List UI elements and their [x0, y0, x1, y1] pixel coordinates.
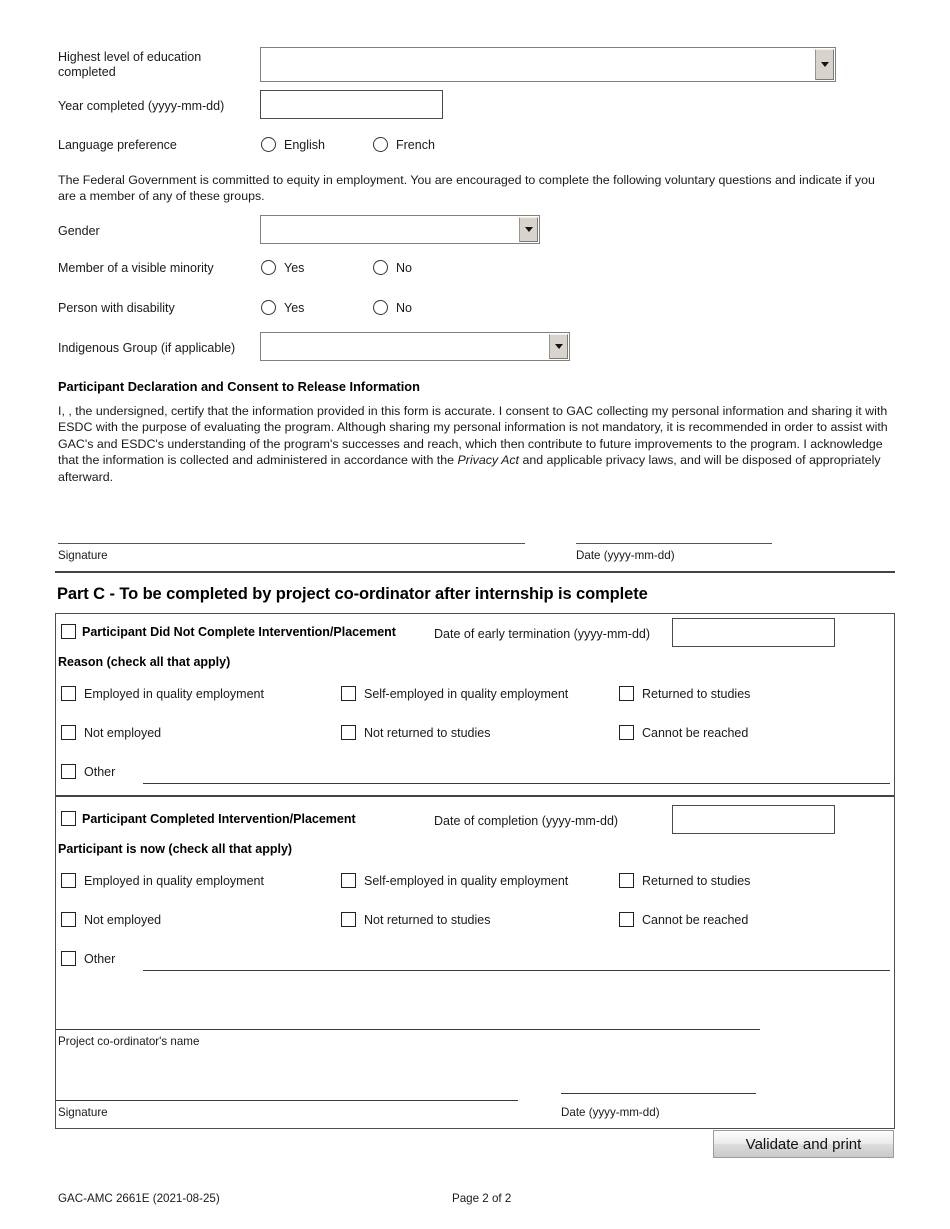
checkbox-nc-self-employed-quality[interactable]	[341, 686, 356, 701]
checkbox-c-not-employed[interactable]	[61, 912, 76, 927]
early-termination-date-label: Date of early termination (yyyy-mm-dd)	[434, 627, 651, 641]
radio-disability-no[interactable]	[373, 300, 388, 315]
checkbox-c-cannot-be-reached[interactable]	[619, 912, 634, 927]
footer-form-id: GAC-AMC 2661E (2021-08-25)	[58, 1192, 220, 1205]
checkbox-nc-not-returned-to-studies[interactable]	[341, 725, 356, 740]
radio-disability-yes[interactable]	[261, 300, 276, 315]
radio-label-disability-no: No	[396, 301, 412, 315]
completion-date-input[interactable]	[672, 805, 835, 834]
did-not-complete-label: Participant Did Not Complete Interventio…	[82, 625, 396, 639]
checkbox-c-employed-quality[interactable]	[61, 873, 76, 888]
participant-signature-label: Signature	[58, 549, 108, 562]
section-divider	[55, 571, 895, 573]
year-completed-input[interactable]	[260, 90, 443, 119]
label-nc-self-employed-quality: Self-employed in quality employment	[364, 687, 569, 701]
checkbox-c-self-employed-quality[interactable]	[341, 873, 356, 888]
label-c-employed-quality: Employed in quality employment	[84, 874, 264, 888]
checkbox-nc-other[interactable]	[61, 764, 76, 779]
gender-label: Gender	[58, 224, 100, 238]
label-c-returned-to-studies: Returned to studies	[642, 874, 751, 888]
checkbox-nc-not-employed[interactable]	[61, 725, 76, 740]
label-nc-not-returned-to-studies: Not returned to studies	[364, 726, 491, 740]
completed-label: Participant Completed Intervention/Place…	[82, 812, 356, 826]
indigenous-group-label: Indigenous Group (if applicable)	[58, 341, 236, 355]
coordinator-name-label: Project co-ordinator's name	[58, 1035, 200, 1048]
checkbox-nc-employed-quality[interactable]	[61, 686, 76, 701]
coordinator-date-label: Date (yyyy-mm-dd)	[561, 1106, 660, 1119]
input-nc-other-text[interactable]	[143, 783, 890, 785]
chevron-down-icon[interactable]	[549, 334, 568, 359]
label-c-not-returned-to-studies: Not returned to studies	[364, 913, 491, 927]
part-c-block-divider	[56, 795, 894, 797]
radio-label-visible-minority-no: No	[396, 261, 412, 275]
part-c-heading: Part C - To be completed by project co-o…	[57, 585, 648, 603]
chevron-down-icon[interactable]	[815, 49, 834, 80]
footer-page-number: Page 2 of 2	[452, 1192, 512, 1205]
radio-label-visible-minority-yes: Yes	[284, 261, 305, 275]
early-termination-date-input[interactable]	[672, 618, 835, 647]
participant-now-heading: Participant is now (check all that apply…	[58, 842, 293, 856]
checkbox-nc-cannot-be-reached[interactable]	[619, 725, 634, 740]
checkbox-c-returned-to-studies[interactable]	[619, 873, 634, 888]
coordinator-signature-label: Signature	[58, 1106, 108, 1119]
checkbox-c-not-returned-to-studies[interactable]	[341, 912, 356, 927]
label-c-cannot-be-reached: Cannot be reached	[642, 913, 749, 927]
label-c-not-employed: Not employed	[84, 913, 162, 927]
radio-label-french: French	[396, 138, 435, 152]
radio-language-english[interactable]	[261, 137, 276, 152]
label-c-self-employed-quality: Self-employed in quality employment	[364, 874, 569, 888]
checkbox-did-not-complete[interactable]	[61, 624, 76, 639]
label-nc-cannot-be-reached: Cannot be reached	[642, 726, 749, 740]
radio-language-french[interactable]	[373, 137, 388, 152]
label-c-other: Other	[84, 952, 116, 966]
reason-heading: Reason (check all that apply)	[58, 655, 231, 669]
indigenous-group-dropdown[interactable]	[260, 332, 570, 361]
participant-date-label: Date (yyyy-mm-dd)	[576, 549, 675, 562]
label-nc-returned-to-studies: Returned to studies	[642, 687, 751, 701]
equity-notice-text: The Federal Government is committed to e…	[58, 173, 875, 204]
coordinator-name-input[interactable]	[56, 1029, 760, 1031]
radio-label-english: English	[284, 138, 325, 152]
coordinator-signature-line[interactable]	[56, 1100, 518, 1102]
declaration-body: I, , the undersigned, certify that the i…	[58, 403, 895, 485]
checkbox-nc-returned-to-studies[interactable]	[619, 686, 634, 701]
visible-minority-label: Member of a visible minority	[58, 261, 214, 275]
validate-and-print-button[interactable]: Validate and print	[713, 1130, 894, 1158]
declaration-privacy-act: Privacy Act	[457, 453, 519, 468]
education-label: Highest level of education completed	[58, 50, 202, 79]
participant-signature-line[interactable]	[58, 543, 525, 544]
input-c-other-text[interactable]	[143, 970, 890, 972]
participant-date-line[interactable]	[576, 543, 772, 544]
gender-dropdown[interactable]	[260, 215, 540, 244]
checkbox-completed[interactable]	[61, 811, 76, 826]
radio-visible-minority-no[interactable]	[373, 260, 388, 275]
label-nc-employed-quality: Employed in quality employment	[84, 687, 264, 701]
year-completed-label: Year completed (yyyy-mm-dd)	[58, 99, 225, 113]
chevron-down-icon[interactable]	[519, 217, 538, 242]
radio-visible-minority-yes[interactable]	[261, 260, 276, 275]
education-dropdown[interactable]	[260, 47, 836, 82]
form-page: Highest level of education completed Yea…	[0, 0, 950, 1229]
disability-label: Person with disability	[58, 301, 175, 315]
coordinator-date-line[interactable]	[561, 1093, 756, 1095]
label-nc-other: Other	[84, 765, 116, 779]
completion-date-label: Date of completion (yyyy-mm-dd)	[434, 814, 619, 828]
language-preference-label: Language preference	[58, 138, 177, 152]
declaration-heading: Participant Declaration and Consent to R…	[58, 379, 420, 394]
radio-label-disability-yes: Yes	[284, 301, 305, 315]
label-nc-not-employed: Not employed	[84, 726, 162, 740]
checkbox-c-other[interactable]	[61, 951, 76, 966]
